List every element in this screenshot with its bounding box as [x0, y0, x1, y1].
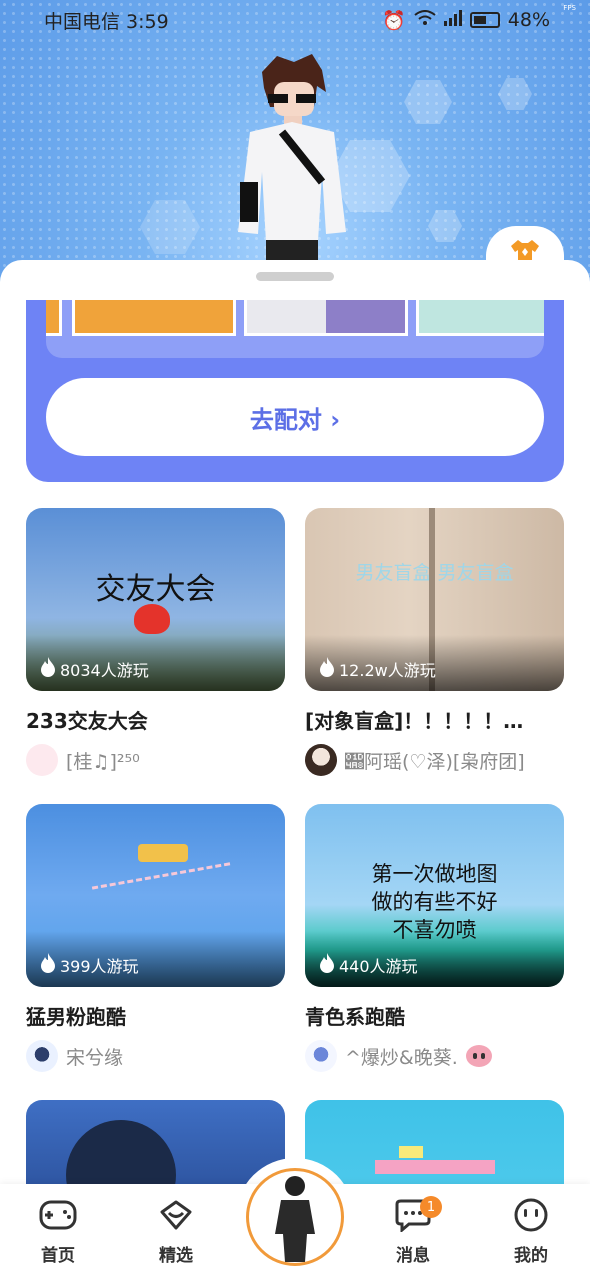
battery-percent: 48%: [507, 9, 550, 31]
game-author[interactable]: 宋兮缘: [26, 1040, 285, 1072]
game-card[interactable]: 399人游玩 猛男粉跑酷 宋兮缘: [26, 804, 285, 1072]
cover-text: 交友大会: [95, 572, 216, 607]
gamepad-icon: [38, 1198, 78, 1237]
avatar-thumbnail[interactable]: [416, 300, 544, 336]
avatar-thumbnail[interactable]: [244, 300, 408, 336]
content-sheet: 去配对 › 交友大会 8034人游玩 233交友大会 [桂♫]²⁵⁰ 男友盲盒 …: [0, 260, 590, 1280]
game-author[interactable]: 𝒨阿瑶(♡泽)[枭府团]: [305, 744, 564, 776]
game-title[interactable]: [对象盲盒]！！！！！…: [305, 705, 564, 734]
flame-icon: [319, 657, 335, 681]
game-title[interactable]: 猛男粉跑酷: [26, 1001, 285, 1030]
game-cover[interactable]: 男友盲盒 男友盲盒 12.2w人游玩: [305, 508, 564, 691]
flame-icon: [40, 657, 56, 681]
play-count: 440人游玩: [319, 953, 418, 977]
game-title[interactable]: 233交友大会: [26, 705, 285, 734]
signal-icon: [443, 9, 462, 31]
game-author[interactable]: [桂♫]²⁵⁰: [26, 744, 285, 776]
tab-profile[interactable]: 我的: [491, 1198, 571, 1266]
game-author[interactable]: ^爆炒&晚葵.: [305, 1040, 564, 1072]
avatar: [26, 1040, 58, 1072]
game-card[interactable]: 交友大会 8034人游玩 233交友大会 [桂♫]²⁵⁰: [26, 508, 285, 776]
heart-chat-icon: [156, 1198, 196, 1237]
play-count: 399人游玩: [40, 953, 139, 977]
avatar-thumbnail[interactable]: [72, 300, 236, 336]
status-bar: 中国电信 3:59 ⏰ 48% FPS: [0, 0, 590, 40]
tab-home[interactable]: 首页: [18, 1198, 98, 1266]
flame-icon: [40, 953, 56, 977]
avatar-character[interactable]: [222, 52, 362, 282]
avatar: [305, 744, 337, 776]
play-count: 12.2w人游玩: [319, 657, 436, 681]
game-card[interactable]: 第一次做地图 做的有些不好 不喜勿喷 440人游玩 青色系跑酷 ^爆炒&晚葵.: [305, 804, 564, 1072]
play-count: 8034人游玩: [40, 657, 149, 681]
fps-indicator: FPS: [563, 4, 576, 12]
game-cover[interactable]: 第一次做地图 做的有些不好 不喜勿喷 440人游玩: [305, 804, 564, 987]
match-card: 去配对 ›: [26, 300, 564, 482]
game-card[interactable]: 男友盲盒 男友盲盒 12.2w人游玩 [对象盲盒]！！！！！… 𝒨阿瑶(♡泽)[…: [305, 508, 564, 776]
sheet-drag-handle[interactable]: [256, 272, 334, 281]
smiley-icon: [511, 1198, 551, 1237]
battery-icon: [469, 12, 500, 28]
center-avatar-button[interactable]: [246, 1168, 344, 1266]
game-title[interactable]: 青色系跑酷: [305, 1001, 564, 1030]
wifi-icon: [414, 9, 436, 31]
tab-featured[interactable]: 精选: [136, 1198, 216, 1266]
go-match-button[interactable]: 去配对 ›: [46, 378, 544, 456]
avatar-thumbnail-strip[interactable]: [46, 300, 544, 358]
alarm-icon: ⏰: [382, 9, 406, 32]
avatar: [26, 744, 58, 776]
avatar: [305, 1040, 337, 1072]
game-cover[interactable]: 交友大会 8034人游玩: [26, 508, 285, 691]
carrier-time: 中国电信 3:59: [44, 10, 169, 33]
message-badge: 1: [420, 1196, 442, 1218]
flame-icon: [319, 953, 335, 977]
pig-nose-icon: [465, 1045, 492, 1067]
avatar-thumbnail[interactable]: [46, 300, 62, 336]
heart-decoration: [134, 604, 170, 634]
game-cover[interactable]: 399人游玩: [26, 804, 285, 987]
